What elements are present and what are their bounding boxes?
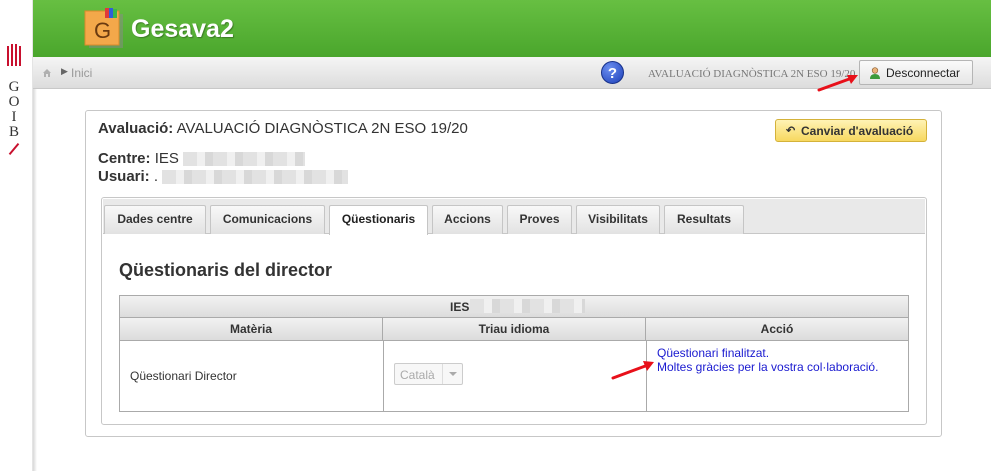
user-value: .	[153, 168, 159, 185]
centre-redacted	[183, 152, 306, 167]
app-header: G Gesava2	[33, 0, 991, 57]
header-idioma: Triau idioma	[383, 318, 646, 341]
accio-status: Qüestionari finalitzat.	[657, 346, 770, 360]
user-line: Usuari: .	[98, 168, 349, 185]
tab-resultats[interactable]: Resultats	[664, 205, 744, 234]
cell-materia: Qüestionari Director	[130, 369, 237, 383]
language-select[interactable]: Català	[394, 363, 463, 385]
tab-comunicacions[interactable]: Comunicacions	[210, 205, 325, 234]
help-icon[interactable]: ?	[601, 61, 624, 84]
app-logo-icon: G	[84, 8, 123, 48]
annotation-arrow-icon	[611, 361, 654, 380]
goib-slash-mark	[8, 142, 20, 156]
cell-accio: Qüestionari finalitzat. Moltes gràcies p…	[657, 346, 878, 374]
home-icon[interactable]	[42, 68, 52, 78]
user-label: Usuari:	[98, 168, 150, 185]
tab-proves[interactable]: Proves	[507, 205, 572, 234]
table-group-header: IES	[120, 296, 908, 318]
tab-questionaris[interactable]: Qüestionaris	[329, 205, 428, 235]
undo-arrow-icon: ↶	[786, 125, 796, 137]
group-header-ies: IES	[450, 300, 470, 314]
evaluation-label: Avaluació:	[98, 120, 174, 137]
tab-dades-centre[interactable]: Dades centre	[104, 205, 206, 234]
header-accio: Acció	[760, 322, 794, 336]
evaluation-value: AVALUACIÓ DIAGNÒSTICA 2N ESO 19/20	[176, 120, 468, 137]
section-title: Qüestionaris del director	[119, 260, 333, 280]
breadcrumb-separator-icon: ▶	[61, 66, 68, 76]
questionnaire-table: IES Matèria Triau idioma Acció Qüestiona…	[119, 295, 909, 412]
evaluation-line: Avaluació: AVALUACIÓ DIAGNÒSTICA 2N ESO …	[98, 120, 468, 137]
centre-label: Centre:	[98, 150, 151, 167]
tab-visibilitats[interactable]: Visibilitats	[576, 205, 660, 234]
user-redacted	[162, 170, 349, 185]
centre-value: IES	[154, 150, 179, 167]
tab-bar: Dades centre Comunicacions Qüestionaris …	[103, 199, 925, 235]
change-evaluation-label: Canviar d'avaluació	[801, 124, 914, 138]
tabs-container: Dades centre Comunicacions Qüestionaris …	[101, 197, 927, 425]
table-header-row: Matèria Triau idioma Acció	[120, 318, 908, 341]
user-icon	[870, 67, 880, 79]
app-title: Gesava2	[131, 15, 234, 43]
logout-label: Desconnectar	[886, 66, 961, 80]
svg-text:G: G	[94, 18, 111, 43]
main-panel: Avaluació: AVALUACIÓ DIAGNÒSTICA 2N ESO …	[85, 110, 942, 437]
centre-line: Centre: IES	[98, 150, 306, 167]
goib-wordmark: G O I B	[8, 79, 20, 140]
breadcrumb-inici[interactable]: Inici	[71, 66, 92, 80]
logout-button[interactable]: Desconnectar	[859, 60, 973, 85]
group-header-redacted	[470, 299, 585, 313]
annotation-arrow-icon	[817, 75, 858, 92]
accio-thanks: Moltes gràcies per la vostra col·laborac…	[657, 360, 879, 374]
goib-logo-icon	[5, 42, 21, 68]
goib-sidebar: G O I B	[0, 0, 33, 471]
tab-accions[interactable]: Accions	[432, 205, 503, 234]
language-select-value: Català	[400, 368, 435, 382]
column-divider	[383, 341, 384, 411]
header-materia: Matèria	[120, 318, 383, 341]
change-evaluation-button[interactable]: ↶ Canviar d'avaluació	[775, 119, 927, 142]
chevron-down-icon	[442, 364, 462, 384]
